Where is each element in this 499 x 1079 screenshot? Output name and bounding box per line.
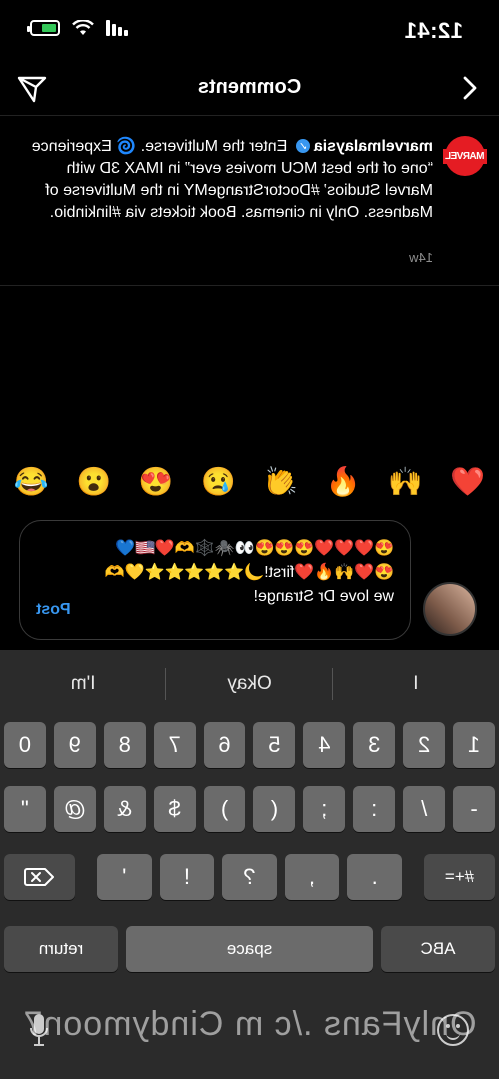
- key[interactable]: ): [203, 786, 246, 832]
- key[interactable]: 0: [3, 722, 46, 768]
- more-symbols-key[interactable]: #+=: [424, 854, 495, 900]
- page-title: Comments: [197, 76, 302, 98]
- key-row-bottom: ABC space return: [0, 926, 499, 972]
- quick-emoji-wow[interactable]: 😮: [74, 465, 114, 498]
- key[interactable]: 7: [153, 722, 196, 768]
- caption-text: marvelmalaysia Enter the Multiverse. 🌀 E…: [21, 136, 433, 224]
- watermark-text: OnlyFans ./c m Cindymoon7: [22, 1005, 477, 1043]
- status-time: 12:41: [404, 18, 463, 43]
- key-row-symbols: - / : ; ( ) $ & @ ": [0, 786, 499, 832]
- key[interactable]: 5: [253, 722, 296, 768]
- key[interactable]: ': [96, 854, 152, 900]
- quick-emoji-bar: ❤️ 🙌 🔥 👏 😢 😍 😮 😂: [0, 458, 499, 504]
- key[interactable]: $: [153, 786, 196, 832]
- key[interactable]: ": [3, 786, 46, 832]
- quick-emoji-fire[interactable]: 🔥: [323, 465, 363, 498]
- quick-emoji-heart-eyes[interactable]: 😍: [136, 465, 176, 498]
- key[interactable]: ;: [303, 786, 346, 832]
- key[interactable]: 3: [353, 722, 396, 768]
- key[interactable]: 4: [303, 722, 346, 768]
- signal-icon: [106, 20, 128, 36]
- key[interactable]: /: [403, 786, 446, 832]
- abc-key[interactable]: ABC: [381, 926, 495, 972]
- post-button[interactable]: Post: [36, 601, 71, 619]
- suggestion-item[interactable]: I: [333, 650, 499, 718]
- battery-icon: [30, 20, 60, 36]
- space-key[interactable]: space: [126, 926, 373, 972]
- wifi-icon: [72, 20, 94, 35]
- key[interactable]: 1: [453, 722, 495, 768]
- quick-emoji-laugh[interactable]: 😂: [11, 465, 51, 498]
- key[interactable]: &: [103, 786, 146, 832]
- caption-username[interactable]: marvelmalaysia: [314, 138, 433, 155]
- marvel-logo: MARVEL: [443, 148, 487, 164]
- key[interactable]: ?: [222, 854, 277, 900]
- quick-emoji-heart[interactable]: ❤️: [448, 465, 488, 498]
- key[interactable]: ,: [284, 854, 340, 900]
- comment-input[interactable]: 😍❤️❤️❤️😍😍😍👀🕷️🕸️🫶❤️🇺🇸💙😍❤️🙌🔥❤️first!🌙⭐⭐⭐⭐⭐…: [104, 537, 394, 609]
- key[interactable]: 9: [53, 722, 96, 768]
- key[interactable]: -: [453, 786, 495, 832]
- share-icon[interactable]: [16, 74, 48, 104]
- key[interactable]: :: [353, 786, 396, 832]
- key[interactable]: @: [53, 786, 96, 832]
- status-icons: [30, 20, 128, 36]
- quick-emoji-clap[interactable]: 👏: [261, 465, 301, 498]
- suggestion-item[interactable]: I'm: [0, 650, 166, 718]
- key[interactable]: 8: [103, 722, 146, 768]
- backspace-icon: [24, 868, 55, 886]
- status-bar: 12:41: [0, 0, 499, 62]
- quick-emoji-raised-hands[interactable]: 🙌: [385, 465, 425, 498]
- key[interactable]: 6: [203, 722, 246, 768]
- key[interactable]: !: [159, 854, 215, 900]
- caption-timestamp: 14w: [409, 250, 433, 265]
- key[interactable]: .: [347, 854, 403, 900]
- key[interactable]: 2: [403, 722, 446, 768]
- quick-emoji-cry[interactable]: 😢: [198, 465, 238, 498]
- caption-avatar[interactable]: MARVEL: [443, 136, 487, 176]
- backspace-key[interactable]: [3, 854, 75, 900]
- return-key[interactable]: return: [4, 926, 118, 972]
- key[interactable]: (: [253, 786, 296, 832]
- comment-composer: 😍❤️❤️❤️😍😍😍👀🕷️🕸️🫶❤️🇺🇸💙😍❤️🙌🔥❤️first!🌙⭐⭐⭐⭐⭐…: [0, 520, 499, 642]
- comment-input-box[interactable]: 😍❤️❤️❤️😍😍😍👀🕷️🕸️🫶❤️🇺🇸💙😍❤️🙌🔥❤️first!🌙⭐⭐⭐⭐⭐…: [19, 520, 411, 640]
- screen: 12:41 Comments MARVEL marvelmalaysia Ent…: [0, 0, 499, 1079]
- user-avatar: [423, 582, 477, 636]
- header: Comments: [0, 62, 499, 116]
- key-row-numbers: 1 2 3 4 5 6 7 8 9 0: [0, 722, 499, 768]
- verified-badge-icon: [295, 139, 310, 153]
- suggestion-bar: I Okay I'm: [0, 650, 499, 718]
- key-row-punctuation: #+= . , ? ! ': [0, 854, 499, 900]
- suggestion-item[interactable]: Okay: [166, 650, 332, 718]
